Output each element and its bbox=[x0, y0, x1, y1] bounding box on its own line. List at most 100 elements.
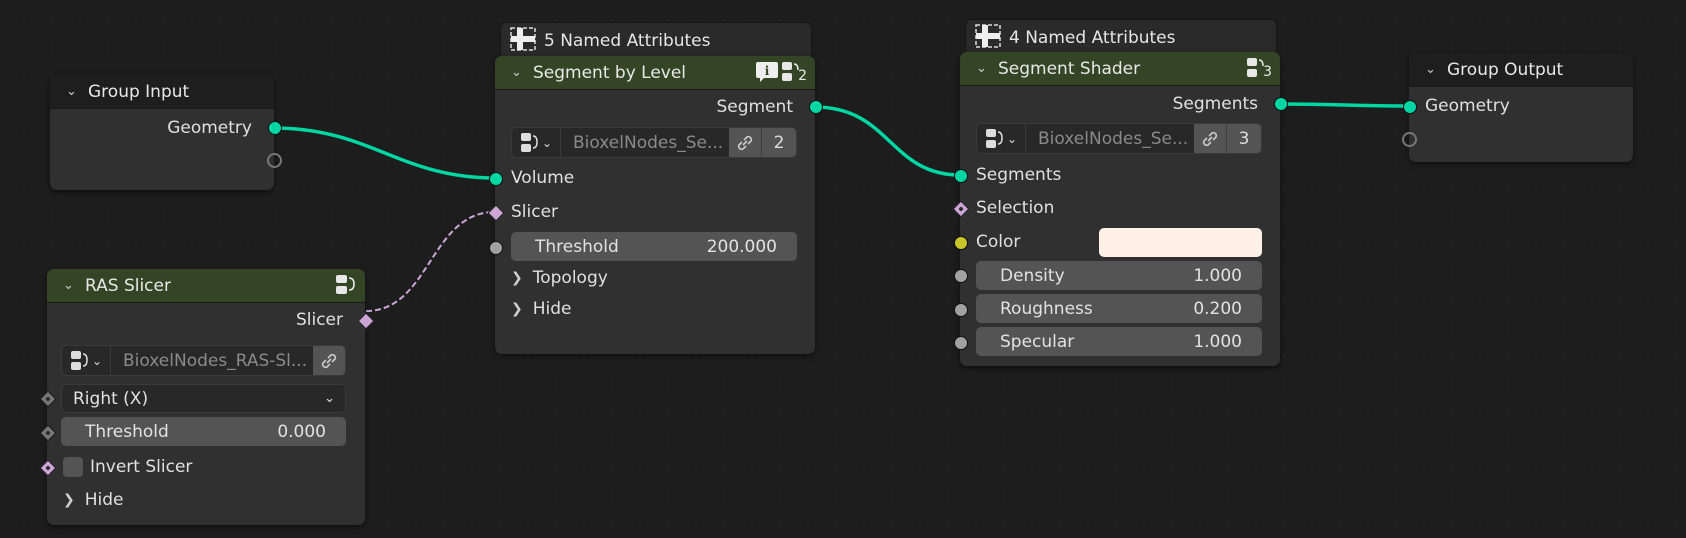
chevron-right-icon: ❯ bbox=[63, 492, 75, 508]
output-slicer-row: Slicer bbox=[47, 305, 365, 335]
field-value: 0.200 bbox=[1193, 298, 1242, 319]
node-tree-icon bbox=[70, 350, 88, 370]
datablock-user-count[interactable]: 3 bbox=[1226, 124, 1261, 153]
invert-slicer-checkbox[interactable] bbox=[63, 457, 83, 477]
threshold-field[interactable]: Threshold 0.000 bbox=[61, 417, 346, 446]
group-output-node[interactable]: ⌄ Group Output Geometry bbox=[1402, 53, 1633, 162]
field-label: Threshold bbox=[85, 421, 169, 442]
group-input-node[interactable]: ⌄ Group Input Geometry bbox=[50, 75, 282, 190]
chevron-down-icon: ⌄ bbox=[91, 353, 103, 368]
panel-hide[interactable]: ❯ Hide bbox=[495, 294, 815, 324]
panel-label: Topology bbox=[532, 268, 608, 288]
tab-label: 4 Named Attributes bbox=[1009, 28, 1176, 48]
node-group-icon bbox=[335, 273, 357, 297]
geometry-output-socket[interactable] bbox=[268, 121, 282, 135]
datablock-user-count[interactable]: 2 bbox=[761, 128, 796, 157]
chevron-down-icon[interactable]: ⌄ bbox=[511, 65, 525, 80]
datablock-name[interactable]: BioxelNodes_RAS-Sl... bbox=[111, 346, 313, 375]
link-icon[interactable] bbox=[729, 128, 761, 157]
input-slicer-row: Slicer bbox=[495, 197, 815, 227]
roughness-input-socket[interactable] bbox=[954, 303, 968, 317]
empty-input-socket[interactable] bbox=[1402, 132, 1417, 147]
threshold-input-socket[interactable] bbox=[489, 241, 503, 255]
group-input-header[interactable]: ⌄ Group Input bbox=[50, 75, 274, 109]
field-label: Specular bbox=[1000, 331, 1075, 352]
field-value: 200.000 bbox=[706, 236, 777, 257]
output-label: Geometry bbox=[167, 118, 252, 138]
panel-label: Hide bbox=[84, 490, 124, 510]
user-count: 3 bbox=[1263, 64, 1272, 80]
node-title: Group Output bbox=[1447, 59, 1564, 80]
panel-label: Hide bbox=[532, 299, 572, 319]
ras-slicer-header[interactable]: ⌄ RAS Slicer bbox=[47, 269, 365, 303]
output-label: Slicer bbox=[295, 310, 343, 330]
named-attributes-tab[interactable]: 5 Named Attributes bbox=[500, 22, 812, 59]
ras-slicer-node[interactable]: ⌄ RAS Slicer Slicer ⌄ BioxelNodes_RAS-Sl… bbox=[39, 269, 375, 525]
input-label: Volume bbox=[511, 168, 575, 188]
specular-input-socket[interactable] bbox=[954, 336, 968, 350]
roughness-field[interactable]: Roughness 0.200 bbox=[976, 294, 1262, 323]
datablock-name[interactable]: BioxelNodes_Se... bbox=[561, 128, 729, 157]
node-tree-type-dropdown[interactable]: ⌄ bbox=[977, 124, 1026, 153]
chevron-down-icon[interactable]: ⌄ bbox=[976, 61, 990, 76]
input-segments-row: Segments bbox=[960, 160, 1280, 190]
checkbox-label: Invert Slicer bbox=[90, 457, 193, 477]
chevron-down-icon[interactable]: ⌄ bbox=[63, 278, 77, 293]
chevron-down-icon[interactable]: ⌄ bbox=[66, 84, 80, 99]
link-icon[interactable] bbox=[313, 346, 345, 375]
input-label: Geometry bbox=[1425, 96, 1510, 116]
specular-field[interactable]: Specular 1.000 bbox=[976, 327, 1262, 356]
named-attributes-tab[interactable]: 4 Named Attributes bbox=[965, 19, 1277, 56]
spreadsheet-icon bbox=[510, 26, 536, 56]
node-group-datablock[interactable]: ⌄ BioxelNodes_Se... 2 bbox=[511, 127, 797, 158]
color-swatch[interactable] bbox=[1099, 228, 1262, 257]
output-label: Segment bbox=[716, 97, 794, 117]
field-value: 1.000 bbox=[1193, 265, 1242, 286]
input-label: Slicer bbox=[511, 202, 559, 222]
empty-output-socket[interactable] bbox=[267, 153, 282, 168]
panel-topology[interactable]: ❯ Topology bbox=[495, 263, 815, 293]
field-label: Density bbox=[1000, 265, 1065, 286]
node-tree-type-dropdown[interactable]: ⌄ bbox=[512, 128, 561, 157]
segment-output-socket[interactable] bbox=[809, 100, 823, 114]
header-icons: 3 bbox=[1246, 56, 1272, 80]
invert-slicer-row[interactable]: Invert Slicer bbox=[47, 452, 365, 482]
node-group-datablock[interactable]: ⌄ BioxelNodes_Se... 3 bbox=[976, 123, 1262, 154]
segment-shader-node[interactable]: ⌄ Segment Shader 3 Segments ⌄ BioxelNode… bbox=[952, 52, 1288, 366]
chevron-right-icon: ❯ bbox=[511, 270, 523, 286]
density-input-socket[interactable] bbox=[954, 269, 968, 283]
direction-dropdown[interactable]: Right (X) ⌄ bbox=[61, 384, 346, 413]
chevron-down-icon[interactable]: ⌄ bbox=[1425, 62, 1439, 77]
link-icon[interactable] bbox=[1194, 124, 1226, 153]
spreadsheet-icon bbox=[975, 23, 1001, 53]
node-title: Segment by Level bbox=[533, 62, 687, 83]
input-geometry-row: Geometry bbox=[1409, 91, 1633, 121]
segment-by-level-header[interactable]: ⌄ Segment by Level i 2 bbox=[495, 56, 815, 90]
threshold-field[interactable]: Threshold 200.000 bbox=[511, 232, 797, 261]
chevron-down-icon: ⌄ bbox=[324, 391, 335, 406]
input-selection-row: Selection bbox=[960, 193, 1280, 223]
group-output-header[interactable]: ⌄ Group Output bbox=[1409, 53, 1633, 87]
field-value: 1.000 bbox=[1193, 331, 1242, 352]
input-label: Color bbox=[976, 232, 1021, 252]
segment-by-level-node[interactable]: ⌄ Segment by Level i 2 Segment ⌄ BioxelN… bbox=[487, 56, 823, 354]
direction-value: Right (X) bbox=[73, 388, 149, 409]
node-group-datablock[interactable]: ⌄ BioxelNodes_RAS-Sl... bbox=[61, 345, 346, 376]
segment-shader-header[interactable]: ⌄ Segment Shader 3 bbox=[960, 52, 1280, 86]
field-value: 0.000 bbox=[277, 421, 326, 442]
header-icons: i 2 bbox=[756, 60, 807, 84]
panel-hide[interactable]: ❯ Hide bbox=[47, 485, 365, 515]
field-label: Roughness bbox=[1000, 298, 1093, 319]
node-tree-icon bbox=[520, 132, 538, 152]
output-label: Segments bbox=[1172, 94, 1258, 114]
density-field[interactable]: Density 1.000 bbox=[976, 261, 1262, 290]
chevron-down-icon: ⌄ bbox=[541, 135, 553, 150]
node-tree-type-dropdown[interactable]: ⌄ bbox=[62, 346, 111, 375]
field-label: Threshold bbox=[535, 236, 619, 257]
output-segments-row: Segments bbox=[960, 89, 1280, 119]
segments-output-socket[interactable] bbox=[1274, 97, 1288, 111]
datablock-name[interactable]: BioxelNodes_Se... bbox=[1026, 124, 1194, 153]
node-title: RAS Slicer bbox=[85, 275, 171, 296]
output-segment-row: Segment bbox=[495, 92, 815, 122]
output-geometry-row: Geometry bbox=[50, 113, 274, 143]
